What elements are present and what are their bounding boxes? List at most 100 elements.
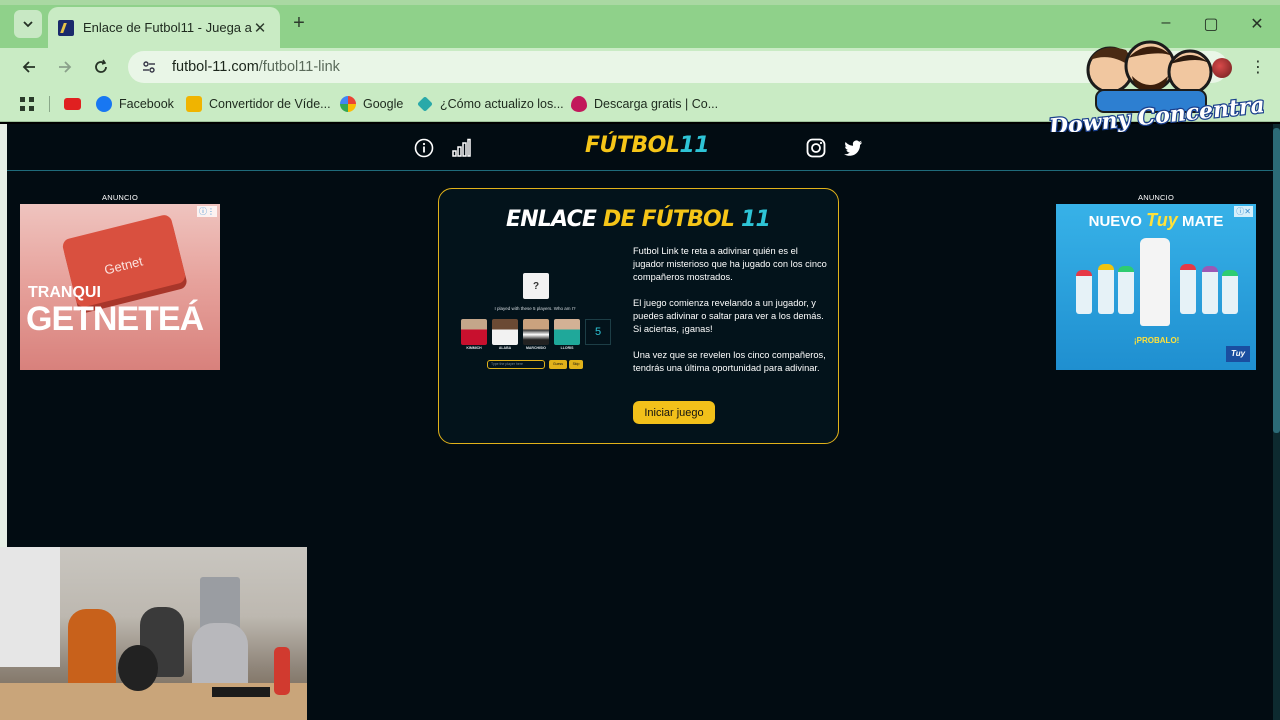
bookmark-label: ¿Cómo actualizo los...: [440, 97, 564, 111]
card-title-yellow: DE FÚTBOL: [603, 207, 735, 232]
converter-icon: [186, 96, 202, 112]
drop-icon: [571, 96, 587, 112]
mystery-player-icon: ?: [523, 273, 549, 299]
close-tab-icon[interactable]: ✕: [252, 19, 268, 37]
preview-player-name: MARCHISIO: [525, 346, 547, 350]
preview-player-photo: [461, 319, 487, 345]
game-intro-card: ENLACE DE FÚTBOL 11 ? I played with thes…: [438, 188, 839, 444]
logo-number: 11: [679, 133, 710, 158]
webcam-bottle: [274, 647, 290, 695]
preview-skip-button: Skip: [569, 360, 583, 369]
ad-bottle-small: [1202, 266, 1218, 314]
futbol11-favicon-icon: [58, 19, 74, 36]
preview-prompt: I played with these 5 players. Who am I?: [494, 306, 576, 311]
ad-bottle-small: [1098, 264, 1114, 314]
ad-headline-post: MATE: [1181, 213, 1224, 230]
bookmark-youtube[interactable]: [64, 95, 88, 113]
bookmark-label: Google: [363, 97, 404, 111]
chevron-down-icon: [23, 21, 33, 28]
preview-player-photo: [554, 319, 580, 345]
back-button[interactable]: [18, 56, 40, 78]
site-logo[interactable]: FÚTBOL11: [585, 133, 710, 158]
preview-guess-button: Guess: [549, 360, 567, 369]
google-icon: [340, 96, 356, 112]
logo-text: FÚTBOL: [585, 133, 680, 158]
arrow-left-icon: [22, 61, 35, 73]
tab-strip-topline: [0, 0, 1280, 5]
close-window-icon[interactable]: ✕: [1247, 14, 1267, 34]
bookmark-converter[interactable]: Convertidor de Víde...: [186, 95, 331, 113]
preview-player-name: LLORIS: [560, 346, 574, 350]
preview-remaining-count: 5: [585, 319, 611, 345]
facebook-icon: [96, 96, 112, 112]
ad-tagline: ¡PROBALO!: [1134, 336, 1180, 345]
minimize-icon[interactable]: –: [1156, 14, 1176, 32]
bookmark-label: Descarga gratis | Co...: [594, 97, 719, 111]
apps-grid-icon[interactable]: [20, 95, 34, 113]
url-text: futbol-11.com/futbol11-link: [172, 59, 340, 75]
ad-headline-pre: NUEVO: [1088, 213, 1142, 230]
bookmark-label: Facebook: [119, 97, 174, 111]
ad-banner-left[interactable]: Getnet TRANQUI GETNETEÁ ⓘ⋮: [20, 204, 220, 370]
ad-brand-logo: Tuy: [1226, 346, 1250, 362]
ad-bottle-small: [1076, 270, 1092, 314]
stats-icon[interactable]: [451, 138, 471, 158]
reload-icon: [95, 59, 107, 73]
ad-choices-icon[interactable]: ⓘ⋮: [197, 206, 217, 217]
url-domain: futbol-11.com: [172, 59, 259, 75]
bookmark-update[interactable]: ¿Cómo actualizo los...: [417, 95, 564, 113]
info-icon[interactable]: [414, 138, 434, 158]
description-paragraph-3: Una vez que se revelen los cinco compañe…: [633, 350, 826, 373]
description-paragraph-2: El juego comienza revelando a un jugador…: [633, 298, 824, 334]
ad-choices-icon[interactable]: ⓘ✕: [1234, 206, 1253, 217]
preview-player-name: KIMMICH: [466, 346, 482, 350]
webcam-wall: [0, 547, 60, 667]
preview-input: Type the player here: [487, 360, 545, 369]
grid-icon: [20, 97, 34, 111]
webcam-overlay: [0, 547, 307, 720]
ad-bottle-small: [1222, 270, 1238, 314]
diamond-icon: [417, 96, 433, 112]
start-game-button[interactable]: Iniciar juego: [633, 401, 715, 424]
ad-label-left: ANUNCIO: [102, 193, 138, 202]
ad-banner-right[interactable]: NUEVO Tuy MATE ¡PROBALO! Tuy ⓘ✕: [1056, 204, 1256, 370]
maximize-icon[interactable]: ▢: [1201, 14, 1221, 34]
bookmark-facebook[interactable]: Facebook: [96, 95, 174, 113]
url-path: /futbol11-link: [258, 59, 340, 75]
twitter-icon[interactable]: [843, 138, 863, 158]
new-tab-button[interactable]: +: [288, 12, 310, 34]
ad-bottle-small: [1118, 266, 1134, 314]
ad-left-line2: GETNETEÁ: [26, 300, 204, 338]
youtube-icon: [64, 98, 81, 110]
ad-right-headline: NUEVO Tuy MATE: [1056, 210, 1256, 231]
site-info-icon[interactable]: [138, 56, 160, 78]
streamer-logo-overlay: Downy Concentrao: [1045, 40, 1264, 132]
bookmark-separator: [49, 96, 50, 112]
instagram-icon[interactable]: [806, 138, 826, 158]
webcam-keyboard: [212, 687, 270, 697]
bookmark-google[interactable]: Google: [340, 95, 403, 113]
preview-player-photo: [523, 319, 549, 345]
bookmark-download[interactable]: Descarga gratis | Co...: [571, 95, 718, 113]
forward-button[interactable]: [54, 56, 76, 78]
tab-search-button[interactable]: [14, 10, 42, 38]
preview-player-photo: [492, 319, 518, 345]
ad-bottle-main: [1140, 238, 1170, 326]
game-preview-image: ? I played with these 5 players. Who am …: [459, 273, 611, 373]
webcam-person: [68, 609, 116, 691]
screen: Enlace de Futbol11 - Juega al ju ✕ + – ▢…: [0, 0, 1280, 720]
card-title: ENLACE DE FÚTBOL 11: [439, 207, 837, 232]
card-title-white: ENLACE: [505, 207, 597, 232]
description-paragraph-1: Futbol Link te reta a adivinar quién es …: [633, 246, 827, 282]
preview-player-name: ALABA: [498, 346, 512, 350]
ad-headline-brand: Tuy: [1146, 210, 1178, 230]
page-scrollbar-thumb[interactable]: [1273, 128, 1280, 433]
webcam-steering-wheel: [118, 645, 158, 691]
reload-button[interactable]: [90, 56, 112, 78]
tune-icon: [143, 61, 155, 73]
browser-tab-active[interactable]: Enlace de Futbol11 - Juega al ju ✕: [48, 7, 280, 48]
bookmark-label: Convertidor de Víde...: [209, 97, 331, 111]
ad-label-right: ANUNCIO: [1138, 193, 1174, 202]
tab-title: Enlace de Futbol11 - Juega al ju: [83, 20, 252, 35]
card-title-cyan: 11: [741, 207, 771, 232]
